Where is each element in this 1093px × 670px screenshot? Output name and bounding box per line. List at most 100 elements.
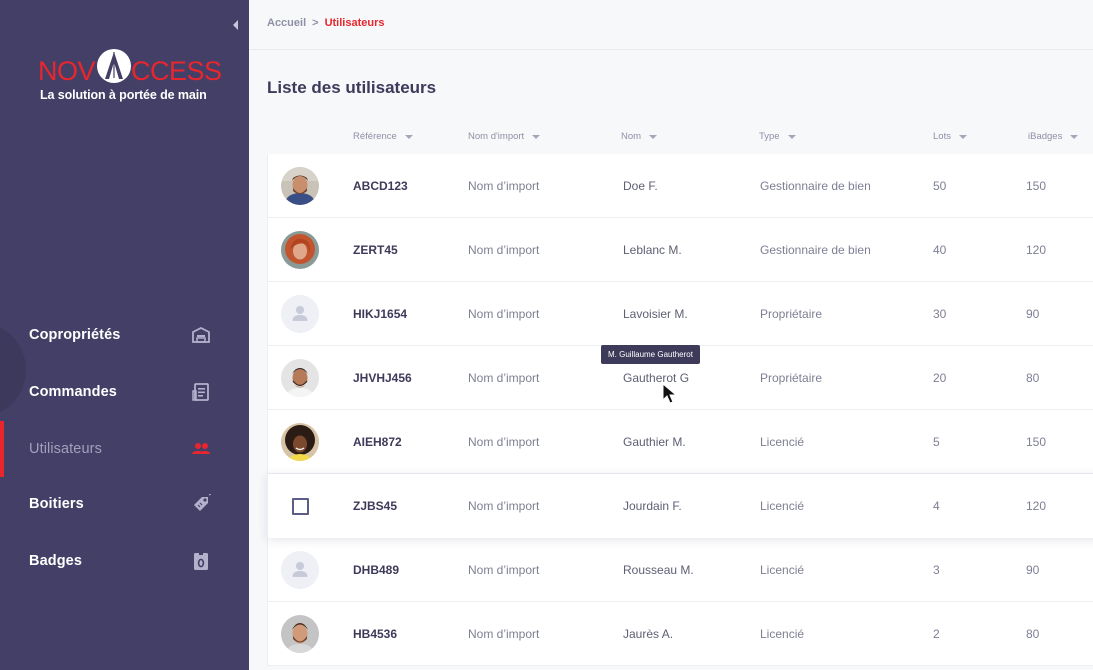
breadcrumb-current: Utilisateurs — [324, 17, 385, 29]
column-header-type[interactable]: Type — [759, 131, 796, 142]
cell-reference: HB4536 — [353, 627, 398, 641]
sort-caret-icon — [649, 134, 658, 139]
cell-reference: DHB489 — [353, 563, 400, 577]
cell-reference: ZJBS45 — [353, 499, 398, 513]
sort-caret-icon — [532, 134, 541, 139]
cell-reference: HIKJ1654 — [353, 307, 408, 321]
table-row[interactable]: AIEH872 Nom d’import Gauthier M. Licenci… — [267, 410, 1093, 474]
sort-caret-icon — [1070, 134, 1079, 139]
cell-name: Gauthier M. — [623, 435, 686, 449]
column-header-nom[interactable]: Nom — [621, 131, 658, 142]
breadcrumb: Accueil > Utilisateurs — [267, 17, 385, 29]
cell-type: Gestionnaire de bien — [760, 243, 871, 257]
user-placeholder-icon — [281, 551, 319, 589]
name-tooltip: M. Guillaume Gautherot — [601, 345, 700, 364]
cell-ibadges: 120 — [1026, 243, 1047, 257]
column-header-label: Type — [759, 131, 780, 142]
cell-type: Propriétaire — [760, 371, 823, 385]
column-header-label: Nom — [621, 131, 642, 142]
logo: NOV CCESS La solution à portée de main — [38, 48, 222, 108]
column-header-label: iBadges — [1028, 131, 1063, 142]
cell-reference: ABCD123 — [353, 179, 408, 193]
column-header-ibadges[interactable]: iBadges — [1028, 131, 1079, 142]
cell-ibadges: 150 — [1026, 179, 1047, 193]
column-header-lots[interactable]: Lots — [933, 131, 967, 142]
cell-type: Propriétaire — [760, 307, 823, 321]
cell-import: Nom d’import — [468, 563, 540, 577]
column-header-label: Nom d'import — [468, 131, 525, 142]
sidebar-item-label: Commandes — [29, 384, 117, 400]
cell-type: Gestionnaire de bien — [760, 179, 871, 193]
cell-type: Licencié — [760, 435, 805, 449]
cell-import: Nom d’import — [468, 307, 540, 321]
topbar: Accueil > Utilisateurs — [249, 0, 1093, 50]
table-row[interactable]: ZJBS45 Nom d’import Jourdain F. Licencié… — [267, 474, 1093, 538]
user-avatar — [281, 615, 319, 653]
table-row[interactable]: ZERT45 Nom d’import Leblanc M. Gestionna… — [267, 218, 1093, 282]
sort-caret-icon — [404, 134, 413, 139]
user-placeholder-icon — [281, 295, 319, 333]
column-header-reference[interactable]: Référence — [353, 131, 413, 142]
sort-caret-icon — [787, 134, 796, 139]
table-row[interactable]: HB4536 Nom d’import Jaurès A. Licencié 2… — [267, 602, 1093, 666]
users-icon — [192, 443, 210, 454]
sidebar-item-coproprietes[interactable]: Copropriétés — [0, 315, 249, 355]
cell-ibadges: 80 — [1026, 627, 1040, 641]
user-avatar — [281, 359, 319, 397]
row-select-checkbox[interactable] — [292, 498, 309, 515]
column-header-label: Lots — [933, 131, 951, 142]
cell-import: Nom d’import — [468, 243, 540, 257]
table-row[interactable]: DHB489 Nom d’import Rousseau M. Licencié… — [267, 538, 1093, 602]
cell-name: Leblanc M. — [623, 243, 682, 257]
user-avatar — [281, 423, 319, 461]
sidebar-item-boitiers[interactable]: Boitiers — [0, 484, 249, 524]
cell-type: Licencié — [760, 499, 805, 513]
cell-type: Licencié — [760, 627, 805, 641]
column-header-label: Référence — [353, 131, 397, 142]
cell-lots: 5 — [933, 435, 940, 449]
cell-import: Nom d’import — [468, 179, 540, 193]
sidebar-item-badges[interactable]: Badges — [0, 541, 249, 581]
cell-import: Nom d’import — [468, 371, 540, 385]
cell-import: Nom d’import — [468, 435, 540, 449]
logo-tagline: La solution à portée de main — [40, 88, 207, 102]
badge-icon — [194, 552, 208, 570]
cell-reference: ZERT45 — [353, 243, 398, 257]
tag-icon — [194, 494, 211, 511]
cell-lots: 20 — [933, 371, 947, 385]
logo-a-mark — [97, 49, 131, 83]
column-header-import[interactable]: Nom d'import — [468, 131, 541, 142]
user-avatar — [281, 167, 319, 205]
cell-lots: 30 — [933, 307, 947, 321]
chevron-left-icon[interactable] — [230, 18, 242, 32]
sidebar-item-utilisateurs[interactable]: Utilisateurs — [0, 429, 249, 469]
cell-reference: AIEH872 — [353, 435, 402, 449]
table-row[interactable]: HIKJ1654 Nom d’import Lavoisier M. Propr… — [267, 282, 1093, 346]
building-icon — [192, 326, 210, 343]
cell-import: Nom d’import — [468, 499, 540, 513]
sidebar-item-label: Copropriétés — [29, 327, 121, 343]
cell-ibadges: 150 — [1026, 435, 1047, 449]
table-row[interactable]: ABCD123 Nom d’import Doe F. Gestionnaire… — [267, 154, 1093, 218]
cell-ibadges: 120 — [1026, 499, 1047, 513]
main-content: Accueil > Utilisateurs Liste des utilisate… — [249, 0, 1093, 670]
cell-ibadges: 90 — [1026, 307, 1040, 321]
cell-name: Lavoisier M. — [623, 307, 688, 321]
sidebar: NOV CCESS La solution à portée de main Co… — [0, 0, 249, 670]
cell-name: Jourdain F. — [623, 499, 682, 513]
cell-lots: 3 — [933, 563, 940, 577]
cell-ibadges: 90 — [1026, 563, 1040, 577]
cell-lots: 40 — [933, 243, 947, 257]
user-avatar — [281, 231, 319, 269]
cell-lots: 50 — [933, 179, 947, 193]
cell-type: Licencié — [760, 563, 805, 577]
cell-name: Jaurès A. — [623, 627, 674, 641]
sidebar-item-commandes[interactable]: Commandes — [0, 372, 249, 412]
mouse-cursor-icon — [662, 383, 678, 404]
cell-import: Nom d’import — [468, 627, 540, 641]
breadcrumb-separator: > — [312, 17, 319, 29]
sidebar-item-label: Boitiers — [29, 496, 84, 512]
breadcrumb-home[interactable]: Accueil — [267, 17, 306, 29]
cell-name: Rousseau M. — [623, 563, 694, 577]
sidebar-item-label: Utilisateurs — [29, 441, 102, 457]
